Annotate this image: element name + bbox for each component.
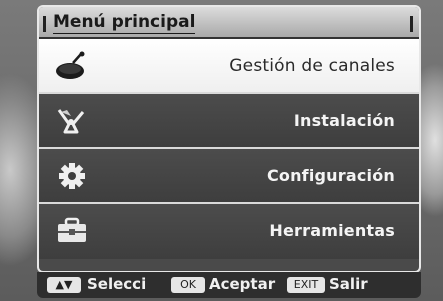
menu-item-channel-management[interactable]: Gestión de canales xyxy=(39,39,419,94)
up-down-key-icon: ▲▼ xyxy=(47,277,81,293)
accept-hint: Aceptar xyxy=(209,275,276,293)
toolbox-icon xyxy=(55,216,89,246)
satellite-dish-icon xyxy=(55,51,89,81)
ok-key-icon: OK xyxy=(171,277,205,293)
menu-item-label: Instalación xyxy=(293,111,395,130)
title-right-marker xyxy=(410,16,413,32)
menu-item-label: Gestión de canales xyxy=(229,56,395,76)
page-title: Menú principal xyxy=(53,12,196,34)
main-menu-panel: Menú principal Gestión de canales Instal… xyxy=(37,5,421,273)
title-left-marker xyxy=(43,16,46,32)
gear-icon xyxy=(55,161,89,191)
title-bar: Menú principal xyxy=(39,7,419,39)
menu-item-configuration[interactable]: Configuración xyxy=(39,149,419,204)
satellite-icon xyxy=(55,106,89,136)
menu-item-tools[interactable]: Herramientas xyxy=(39,204,419,259)
menu-item-label: Configuración xyxy=(266,166,395,185)
main-menu: Gestión de canales Instalación Configura… xyxy=(39,39,419,259)
select-hint: Selecci xyxy=(87,275,147,293)
menu-item-label: Herramientas xyxy=(269,221,395,240)
help-bar: ▲▼ Selecci OK Aceptar EXIT Salir xyxy=(37,272,421,298)
menu-item-installation[interactable]: Instalación xyxy=(39,94,419,149)
exit-hint: Salir xyxy=(329,275,368,293)
exit-key-icon: EXIT xyxy=(287,277,325,293)
